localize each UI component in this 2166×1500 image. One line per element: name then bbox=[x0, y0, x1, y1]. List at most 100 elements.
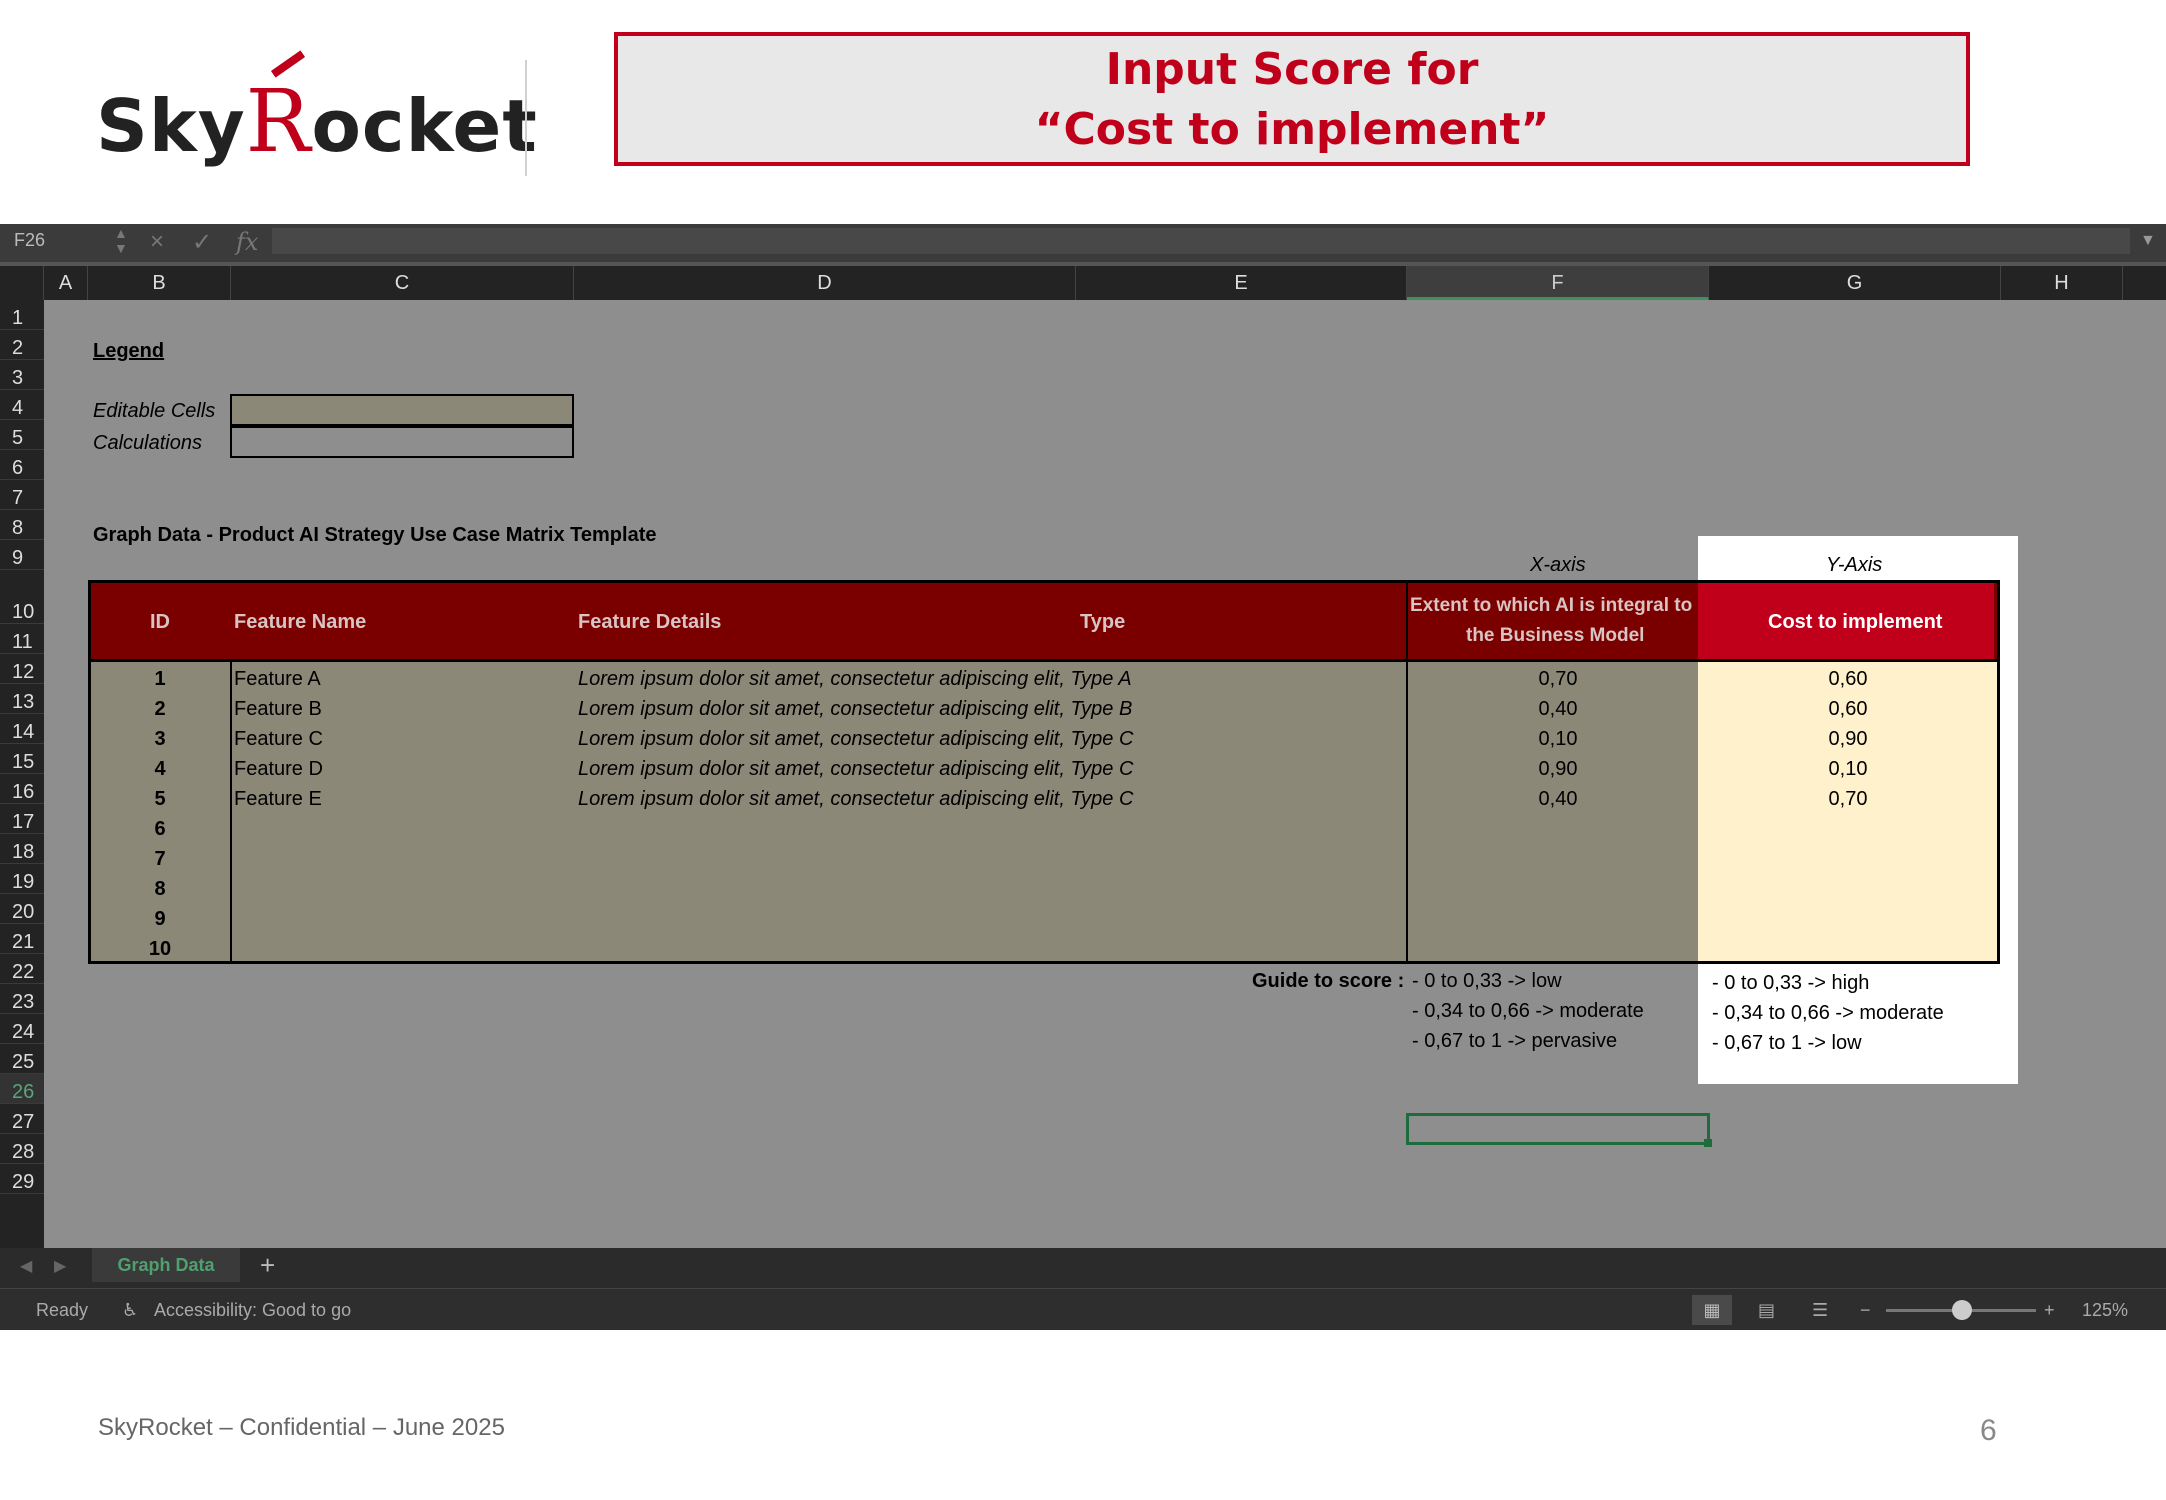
row-id[interactable]: 5 bbox=[92, 786, 228, 812]
row-x-score[interactable]: 0,40 bbox=[1408, 696, 1708, 722]
row-id[interactable]: 3 bbox=[92, 726, 228, 752]
row-x-score[interactable]: 0,90 bbox=[1408, 756, 1708, 782]
zoom-level[interactable]: 125% bbox=[2082, 1300, 2128, 1321]
legend-editable-swatch[interactable] bbox=[230, 394, 574, 426]
header-cost-to-implement[interactable]: Cost to implement bbox=[1768, 608, 1942, 636]
row-header-26[interactable]: 26 bbox=[0, 1074, 44, 1104]
row-header-8[interactable]: 8 bbox=[0, 510, 44, 540]
col-header-b[interactable]: B bbox=[88, 266, 231, 300]
row-header-29[interactable]: 29 bbox=[0, 1164, 44, 1194]
header-id[interactable]: ID bbox=[150, 608, 170, 636]
legend-calculations-swatch[interactable] bbox=[230, 426, 574, 458]
row-header-6[interactable]: 6 bbox=[0, 450, 44, 480]
col-header-a[interactable]: A bbox=[44, 266, 88, 300]
row-header-18[interactable]: 18 bbox=[0, 834, 44, 864]
name-box-stepper-icon[interactable]: ▲ ▼ bbox=[114, 226, 128, 256]
row-header-12[interactable]: 12 bbox=[0, 654, 44, 684]
row-cost-score[interactable]: 0,60 bbox=[1700, 696, 1996, 722]
add-sheet-button[interactable]: + bbox=[260, 1250, 275, 1281]
row-id[interactable]: 4 bbox=[92, 756, 228, 782]
col-header-g[interactable]: G bbox=[1709, 266, 2001, 300]
row-header-22[interactable]: 22 bbox=[0, 954, 44, 984]
row-feature-details[interactable]: Lorem ipsum dolor sit amet, consectetur … bbox=[578, 666, 1132, 692]
accessibility-icon[interactable]: ♿ bbox=[122, 1300, 138, 1321]
prev-sheet-icon[interactable]: ◀ bbox=[20, 1256, 32, 1276]
row-feature-details[interactable]: Lorem ipsum dolor sit amet, consectetur … bbox=[578, 786, 1133, 812]
header-feature-details[interactable]: Feature Details bbox=[578, 608, 721, 636]
zoom-in-button[interactable]: + bbox=[2044, 1300, 2055, 1321]
row-header-23[interactable]: 23 bbox=[0, 984, 44, 1014]
row-cost-score[interactable]: 0,60 bbox=[1700, 666, 1996, 692]
row-x-score[interactable]: 0,10 bbox=[1408, 726, 1708, 752]
col-header-f[interactable]: F bbox=[1407, 266, 1709, 300]
guide-y-moderate: - 0,34 to 0,66 -> moderate bbox=[1712, 1002, 1944, 1024]
row-header-9[interactable]: 9 bbox=[0, 540, 44, 570]
row-cost-score[interactable]: 0,10 bbox=[1700, 756, 1996, 782]
row-header-17[interactable]: 17 bbox=[0, 804, 44, 834]
row-cost-score[interactable]: 0,90 bbox=[1700, 726, 1996, 752]
page-break-icon[interactable]: ☰ bbox=[1812, 1300, 1828, 1321]
row-header-11[interactable]: 11 bbox=[0, 624, 44, 654]
row-id[interactable]: 2 bbox=[92, 696, 228, 722]
row-header-10[interactable]: 10 bbox=[0, 570, 44, 624]
header-type[interactable]: Type bbox=[1080, 608, 1125, 636]
formula-input[interactable] bbox=[272, 228, 2130, 254]
row-feature-name[interactable]: Feature C bbox=[234, 726, 323, 752]
row-x-score[interactable]: 0,40 bbox=[1408, 786, 1708, 812]
row-feature-name[interactable]: Feature B bbox=[234, 696, 322, 722]
row-header-13[interactable]: 13 bbox=[0, 684, 44, 714]
row-x-score[interactable]: 0,70 bbox=[1408, 666, 1708, 692]
row-id[interactable]: 1 bbox=[92, 666, 228, 692]
row-feature-name[interactable]: Feature E bbox=[234, 786, 322, 812]
row-feature-name[interactable]: Feature A bbox=[234, 666, 321, 692]
row-header-14[interactable]: 14 bbox=[0, 714, 44, 744]
row-feature-details[interactable]: Lorem ipsum dolor sit amet, consectetur … bbox=[578, 726, 1133, 752]
row-header-24[interactable]: 24 bbox=[0, 1014, 44, 1044]
row-feature-name[interactable]: Feature D bbox=[234, 756, 323, 782]
header-feature-name[interactable]: Feature Name bbox=[234, 608, 366, 636]
function-icon[interactable]: fx bbox=[236, 228, 258, 256]
col-header-e[interactable]: E bbox=[1076, 266, 1407, 300]
col-header-h[interactable]: H bbox=[2001, 266, 2123, 300]
row-header-3[interactable]: 3 bbox=[0, 360, 44, 390]
header-x-line2[interactable]: the Business Model bbox=[1466, 622, 1644, 650]
cancel-icon[interactable]: × bbox=[150, 228, 164, 256]
formula-expand-icon[interactable]: ▼ bbox=[2140, 232, 2156, 250]
row-header-15[interactable]: 15 bbox=[0, 744, 44, 774]
row-header-28[interactable]: 28 bbox=[0, 1134, 44, 1164]
row-header-19[interactable]: 19 bbox=[0, 864, 44, 894]
fill-handle[interactable] bbox=[1704, 1139, 1712, 1147]
row-id[interactable]: 7 bbox=[92, 846, 228, 872]
status-accessibility[interactable]: Accessibility: Good to go bbox=[154, 1300, 351, 1321]
next-sheet-icon[interactable]: ▶ bbox=[54, 1256, 66, 1276]
row-header-27[interactable]: 27 bbox=[0, 1104, 44, 1134]
row-feature-details[interactable]: Lorem ipsum dolor sit amet, consectetur … bbox=[578, 696, 1132, 722]
row-header-21[interactable]: 21 bbox=[0, 924, 44, 954]
zoom-slider-thumb[interactable] bbox=[1952, 1300, 1972, 1320]
row-header-4[interactable]: 4 bbox=[0, 390, 44, 420]
page-layout-icon[interactable]: ▤ bbox=[1758, 1300, 1775, 1321]
row-header-1[interactable]: 1 bbox=[0, 300, 44, 330]
row-cost-score[interactable]: 0,70 bbox=[1700, 786, 1996, 812]
sheet-tab-graph-data[interactable]: Graph Data bbox=[92, 1248, 240, 1282]
row-header-16[interactable]: 16 bbox=[0, 774, 44, 804]
selected-cell-f26[interactable] bbox=[1406, 1113, 1710, 1145]
row-id[interactable]: 10 bbox=[92, 936, 228, 962]
row-header-25[interactable]: 25 bbox=[0, 1044, 44, 1074]
row-header-2[interactable]: 2 bbox=[0, 330, 44, 360]
row-feature-details[interactable]: Lorem ipsum dolor sit amet, consectetur … bbox=[578, 756, 1133, 782]
confirm-icon[interactable]: ✓ bbox=[192, 228, 212, 257]
normal-view-icon[interactable]: ▦ bbox=[1692, 1295, 1732, 1325]
row-id[interactable]: 6 bbox=[92, 816, 228, 842]
row-header-5[interactable]: 5 bbox=[0, 420, 44, 450]
select-all-corner[interactable] bbox=[0, 266, 44, 300]
row-header-7[interactable]: 7 bbox=[0, 480, 44, 510]
row-id[interactable]: 8 bbox=[92, 876, 228, 902]
col-header-c[interactable]: C bbox=[231, 266, 574, 300]
header-x-line1[interactable]: Extent to which AI is integral to bbox=[1410, 592, 1692, 620]
row-header-20[interactable]: 20 bbox=[0, 894, 44, 924]
row-id[interactable]: 9 bbox=[92, 906, 228, 932]
zoom-out-button[interactable]: − bbox=[1860, 1300, 1871, 1321]
col-header-d[interactable]: D bbox=[574, 266, 1076, 300]
name-box[interactable]: F26 bbox=[14, 230, 45, 251]
